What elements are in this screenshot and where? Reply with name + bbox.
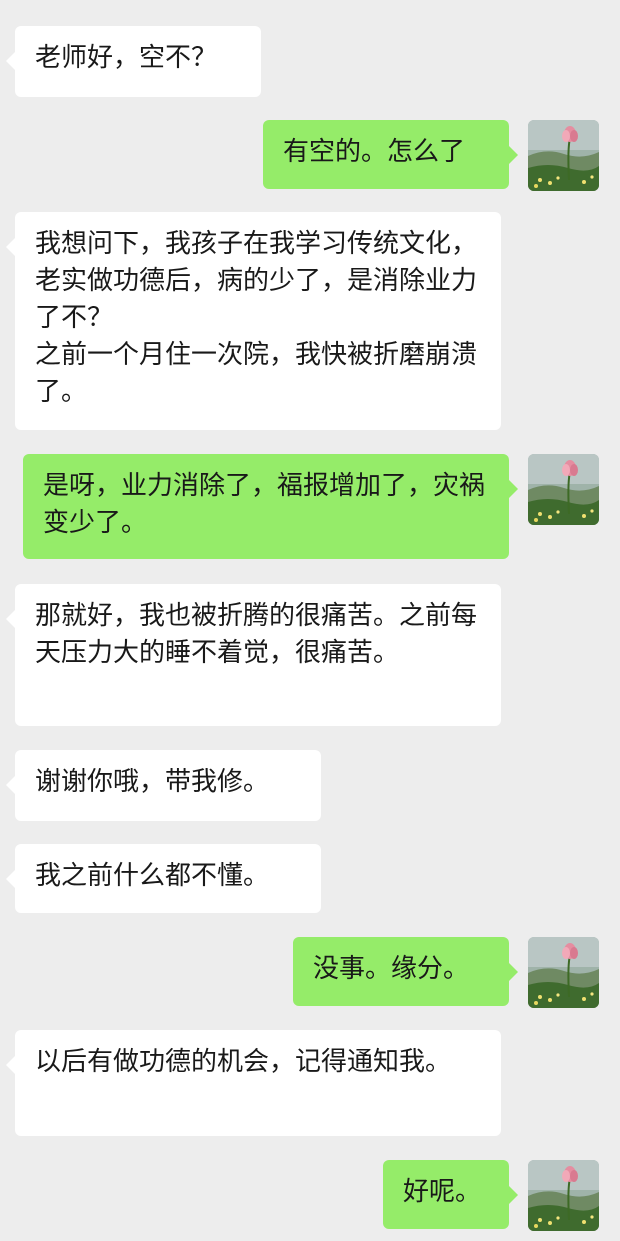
lotus-avatar-icon bbox=[528, 120, 599, 191]
message-bubble-incoming[interactable]: 那就好，我也被折腾的很痛苦。之前每天压力大的睡不着觉，很痛苦。 bbox=[6, 584, 501, 726]
avatar[interactable] bbox=[528, 454, 599, 525]
message-bubble-outgoing[interactable]: 是呀，业力消除了，福报增加了，灾祸变少了。 bbox=[23, 454, 518, 559]
message-bubble-incoming[interactable]: 我想问下，我孩子在我学习传统文化，老实做功德后，病的少了，是消除业力了不？ 之前… bbox=[6, 212, 501, 430]
lotus-avatar-icon bbox=[528, 454, 599, 525]
avatar[interactable] bbox=[528, 1160, 599, 1231]
message-bubble-incoming[interactable]: 我之前什么都不懂。 bbox=[6, 844, 321, 913]
chat-window: 老师好，空不？ 有空的。怎么了 我想问下，我孩子在我学习传统文化，老实做功德后，… bbox=[0, 0, 620, 1241]
message-bubble-outgoing[interactable]: 好呢。 bbox=[383, 1160, 518, 1229]
lotus-avatar-icon bbox=[528, 1160, 599, 1231]
message-bubble-outgoing[interactable]: 没事。缘分。 bbox=[293, 937, 518, 1006]
lotus-avatar-icon bbox=[528, 937, 599, 1008]
message-bubble-incoming[interactable]: 以后有做功德的机会，记得通知我。 bbox=[6, 1030, 501, 1136]
message-bubble-outgoing[interactable]: 有空的。怎么了 bbox=[263, 120, 518, 189]
avatar[interactable] bbox=[528, 120, 599, 191]
avatar[interactable] bbox=[528, 937, 599, 1008]
message-bubble-incoming[interactable]: 谢谢你哦，带我修。 bbox=[6, 750, 321, 821]
message-bubble-incoming[interactable]: 老师好，空不？ bbox=[6, 26, 261, 97]
